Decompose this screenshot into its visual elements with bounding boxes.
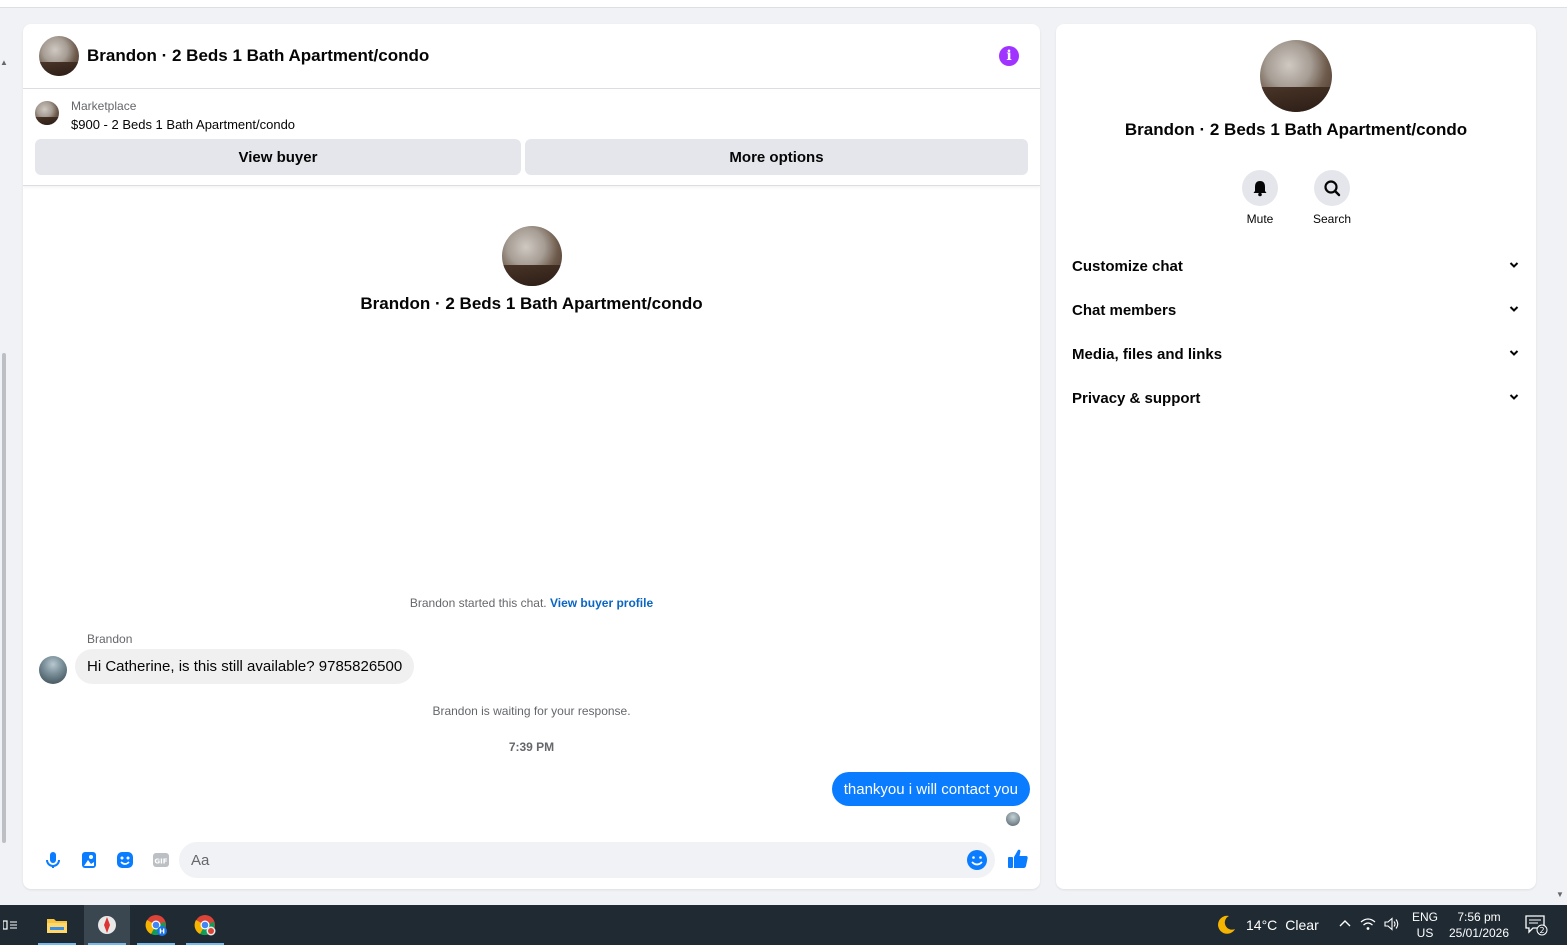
chat-started-notice: Brandon started this chat. View buyer pr… [23, 596, 1040, 610]
chat-avatar[interactable] [39, 36, 79, 76]
marketplace-item: $900 - 2 Beds 1 Bath Apartment/condo [71, 117, 296, 132]
bell-icon[interactable] [1242, 170, 1278, 206]
clock-time: 7:56 pm [1457, 910, 1501, 924]
chat-title[interactable]: Brandon · 2 Beds 1 Bath Apartment/condo [87, 46, 999, 66]
mute-label: Mute [1246, 212, 1274, 226]
sticker-icon[interactable] [107, 842, 143, 878]
moon-icon [1218, 915, 1235, 934]
more-options-button[interactable]: More options [525, 139, 1028, 175]
microphone-icon[interactable] [35, 842, 71, 878]
marketplace-label: Marketplace [71, 99, 137, 113]
scroll-up-arrow-icon[interactable]: ▲ [0, 58, 8, 67]
system-tray [1338, 905, 1400, 945]
language-region: US [1416, 926, 1434, 940]
volume-icon[interactable] [1384, 916, 1400, 934]
task-view-icon[interactable] [0, 905, 20, 945]
chat-header: Brandon · 2 Beds 1 Bath Apartment/condo … [23, 24, 1040, 89]
chat-started-text: Brandon started this chat. [409, 596, 547, 610]
wifi-icon[interactable] [1360, 917, 1376, 934]
right-scrollbar[interactable]: ▼ [1553, 8, 1567, 905]
chevron-down-icon [1508, 302, 1520, 319]
clock[interactable]: 7:56 pm 25/01/2026 [1448, 909, 1510, 941]
menu-media-files-links[interactable]: Media, files and links [1072, 332, 1520, 376]
search-icon[interactable] [1314, 170, 1350, 206]
active-app-icon[interactable] [84, 905, 130, 945]
view-buyer-profile-link[interactable]: View buyer profile [550, 596, 653, 610]
chat-panel: Brandon · 2 Beds 1 Bath Apartment/condo … [23, 24, 1040, 889]
incoming-message[interactable]: Hi Catherine, is this still available? 9… [75, 649, 415, 684]
image-icon[interactable] [71, 842, 107, 878]
menu-customize-chat[interactable]: Customize chat [1072, 244, 1520, 288]
intro-name: Brandon · 2 Beds 1 Bath Apartment/condo [360, 294, 703, 313]
show-hidden-icons-chevron-icon[interactable] [1338, 917, 1352, 934]
notification-center-icon[interactable]: 2 [1524, 913, 1548, 937]
file-explorer-icon[interactable] [34, 905, 80, 945]
weather-description: Clear [1285, 917, 1319, 933]
listing-thumbnail [35, 101, 59, 125]
chevron-down-icon [1508, 390, 1520, 407]
marketplace-listing[interactable]: Marketplace $900 - 2 Beds 1 Bath Apartme… [35, 97, 1028, 135]
svg-text:GIF: GIF [154, 858, 167, 866]
marketplace-banner: Marketplace $900 - 2 Beds 1 Bath Apartme… [23, 89, 1040, 186]
conversation-info-panel: Brandon · 2 Beds 1 Bath Apartment/condo … [1056, 24, 1536, 889]
chrome-profile-h-icon[interactable]: H [133, 905, 179, 945]
notification-count: 2 [1539, 926, 1544, 935]
menu-item-label: Media, files and links [1072, 345, 1223, 363]
menu-chat-members[interactable]: Chat members [1072, 288, 1520, 332]
windows-taskbar: H 14°C Clear ENG US 7:56 pm 25/01/2026 2 [0, 905, 1567, 945]
menu-item-label: Privacy & support [1072, 389, 1201, 407]
weather-temperature: 14°C [1246, 917, 1278, 933]
info-panel-name: Brandon · 2 Beds 1 Bath Apartment/condo [1124, 120, 1468, 139]
menu-privacy-support[interactable]: Privacy & support [1072, 376, 1520, 420]
info-icon[interactable]: i [999, 46, 1019, 66]
search-label: Search [1312, 212, 1352, 226]
thumbs-up-icon[interactable] [1003, 844, 1033, 874]
conversation-intro: Brandon · 2 Beds 1 Bath Apartment/condo [23, 226, 1040, 314]
search-button[interactable]: Search [1313, 170, 1351, 226]
chevron-down-icon [1508, 258, 1520, 275]
browser-top-strip [0, 0, 1567, 8]
clock-date: 25/01/2026 [1448, 926, 1510, 940]
info-menu: Customize chat Chat members Media, files… [1072, 244, 1520, 420]
gif-icon[interactable]: GIF [143, 842, 179, 878]
seen-indicator-avatar [1006, 812, 1020, 826]
left-scrollbar-thumb[interactable] [2, 353, 6, 843]
message-composer: GIF Aa [23, 840, 1040, 880]
chevron-down-icon [1508, 346, 1520, 363]
sender-avatar[interactable] [39, 656, 67, 684]
input-language[interactable]: ENG US [1412, 909, 1438, 941]
outgoing-message[interactable]: thankyou i will contact you [831, 772, 1030, 806]
view-buyer-button[interactable]: View buyer [35, 139, 521, 175]
message-input-placeholder: Aa [191, 851, 210, 869]
waiting-notice: Brandon is waiting for your response. [432, 704, 631, 718]
sender-name: Brandon [87, 632, 133, 646]
chrome-icon[interactable] [182, 905, 228, 945]
language-code: ENG [1412, 910, 1439, 924]
weather-widget[interactable]: 14°C Clear [1214, 905, 1319, 945]
scroll-down-arrow-icon[interactable]: ▼ [1556, 890, 1564, 899]
emoji-icon[interactable] [965, 848, 989, 872]
message-input[interactable]: Aa [179, 842, 995, 878]
message-timestamp: 7:39 PM [508, 740, 555, 754]
left-scrollbar[interactable]: ▲ [0, 8, 9, 905]
info-panel-avatar[interactable] [1260, 40, 1332, 112]
svg-text:H: H [159, 928, 165, 936]
menu-item-label: Customize chat [1072, 257, 1183, 275]
mute-button[interactable]: Mute [1242, 170, 1278, 226]
intro-avatar[interactable] [501, 226, 562, 286]
menu-item-label: Chat members [1072, 301, 1177, 319]
